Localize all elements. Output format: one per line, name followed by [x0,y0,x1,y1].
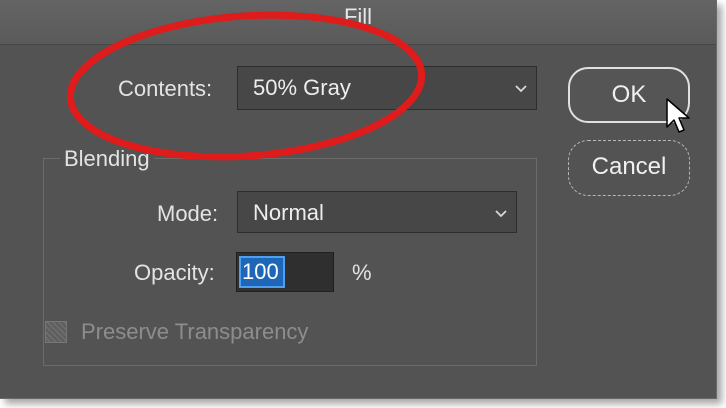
opacity-unit: % [352,260,372,285]
chevron-down-icon [495,210,507,218]
mode-value: Normal [253,200,324,225]
opacity-label: Opacity: [134,260,215,285]
mode-label: Mode: [157,201,219,226]
cancel-button[interactable]: Cancel [568,140,690,196]
contents-select[interactable]: 50% Gray [237,66,537,110]
contents-label: Contents: [118,76,213,101]
blending-group-title: Blending [60,144,154,174]
mouse-pointer-icon [666,98,690,133]
opacity-value: 100 [239,256,285,288]
preserve-transparency-checkbox[interactable] [45,321,67,343]
chevron-down-icon [515,85,527,93]
preserve-transparency-label: Preserve Transparency [81,319,309,344]
fill-dialog: Fill Contents: 50% Gray Blending Mode: N… [0,0,717,399]
dialog-title: Fill [343,4,373,29]
title-bar[interactable]: Fill [0,0,716,45]
opacity-input[interactable]: 100 [236,252,334,292]
contents-value: 50% Gray [253,75,351,100]
mode-select[interactable]: Normal [237,191,517,233]
